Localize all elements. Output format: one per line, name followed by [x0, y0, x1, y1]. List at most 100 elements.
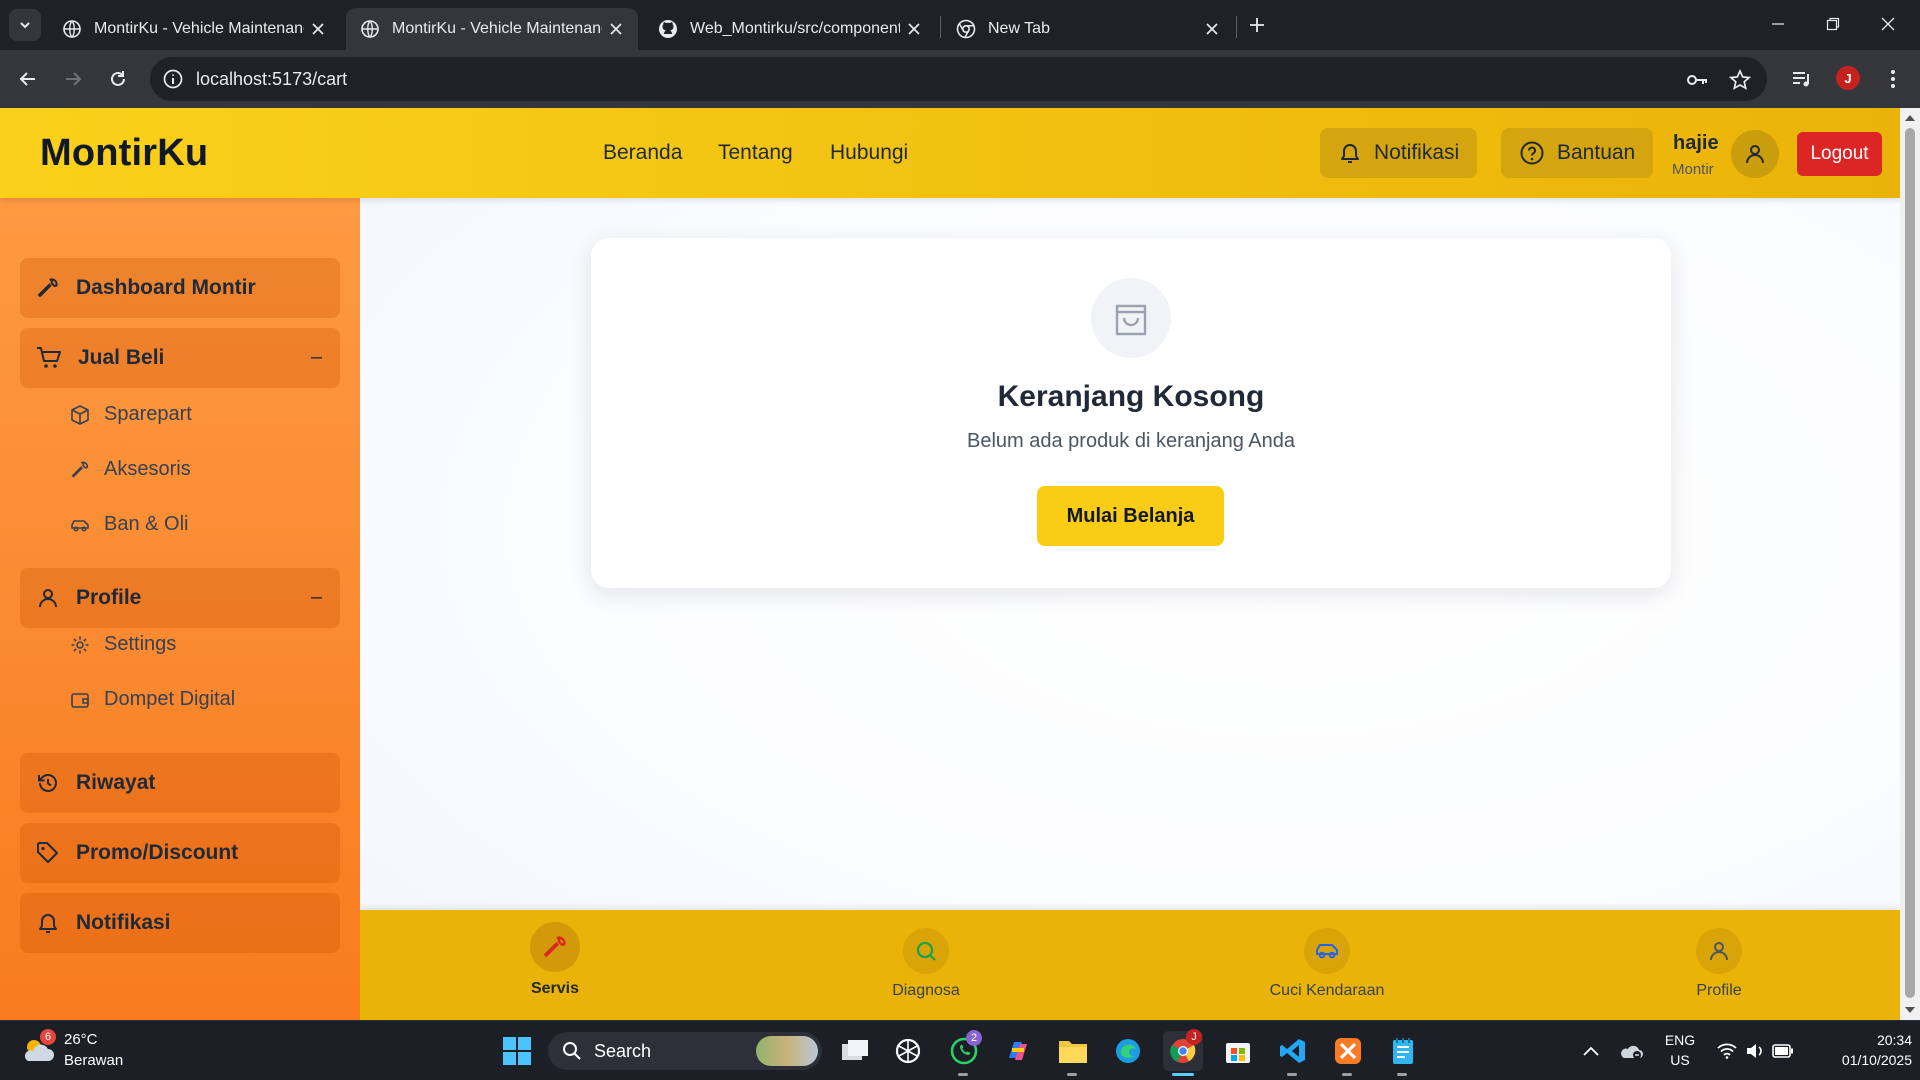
minimize-button[interactable] — [1758, 10, 1798, 38]
nav-hubungi[interactable]: Hubungi — [830, 141, 908, 165]
notification-button[interactable]: Notifikasi — [1320, 128, 1478, 178]
sidebar-subitem-settings[interactable]: Settings — [70, 633, 176, 656]
close-icon — [1881, 17, 1895, 31]
sidebar-item-dashboard[interactable]: Dashboard Montir — [20, 258, 340, 318]
collapse-toggle[interactable]: – — [311, 346, 322, 369]
more-menu-icon[interactable] — [1880, 66, 1906, 92]
app-running-indicator — [1397, 1073, 1407, 1076]
sidebar-subitem-dompet[interactable]: Dompet Digital — [70, 688, 235, 711]
sidebar-item-label: Jual Beli — [78, 346, 165, 369]
bottom-nav-label: Profile — [1696, 982, 1742, 999]
bottom-nav-servis[interactable]: Servis — [455, 910, 655, 1020]
tray-overflow-icon[interactable] — [1573, 1031, 1609, 1071]
browser-tab-3[interactable]: Web_Montirku/src/components — [644, 8, 936, 50]
weather-temp[interactable]: 26°C — [64, 1031, 98, 1048]
url-text[interactable]: localhost:5173/cart — [196, 69, 347, 90]
empty-cart-subtitle: Belum ada produk di keranjang Anda — [966, 430, 1295, 452]
browser-tab-4[interactable]: New Tab — [942, 8, 1234, 50]
start-button[interactable] — [497, 1031, 537, 1071]
sidebar-subitem-aksesoris[interactable]: Aksesoris — [70, 458, 191, 481]
nav-beranda[interactable]: Beranda — [603, 141, 682, 165]
chrome-icon — [956, 19, 976, 39]
back-button[interactable] — [12, 63, 44, 95]
bottom-nav-cuci[interactable]: Cuci Kendaraan — [1227, 910, 1427, 1020]
search-icon — [916, 941, 936, 961]
sidebar-item-label: Promo/Discount — [76, 841, 239, 864]
close-tab-icon[interactable] — [308, 19, 328, 39]
taskbar-search[interactable]: Search — [548, 1032, 822, 1070]
bottom-nav: Servis Diagnosa Cuci Kendaraan Profile — [360, 910, 1900, 1020]
sidebar-subitem-sparepart[interactable]: Sparepart — [70, 403, 192, 426]
copilot-icon[interactable] — [998, 1031, 1038, 1071]
store-icon[interactable] — [1218, 1031, 1258, 1071]
onedrive-icon[interactable] — [1613, 1031, 1649, 1071]
weather-desc[interactable]: Berawan — [64, 1052, 123, 1069]
tab-search-button[interactable] — [9, 9, 41, 41]
scrollbar-thumb[interactable] — [1905, 128, 1915, 998]
sidebar-subitem-ban-oli[interactable]: Ban & Oli — [70, 513, 188, 536]
address-bar[interactable]: localhost:5173/cart — [150, 57, 1767, 101]
close-tab-icon[interactable] — [904, 19, 924, 39]
sidebar-item-promo[interactable]: Promo/Discount — [20, 823, 340, 883]
user-icon — [39, 589, 57, 608]
page-scrollbar[interactable] — [1900, 108, 1920, 1020]
shopping-bag-icon — [1115, 304, 1147, 336]
browser-toolbar: localhost:5173/cart J — [0, 50, 1920, 108]
media-control-icon[interactable] — [1789, 66, 1815, 92]
bottom-nav-profile[interactable]: Profile — [1619, 910, 1819, 1020]
wifi-icon[interactable] — [1713, 1031, 1741, 1071]
logout-button[interactable]: Logout — [1797, 132, 1882, 176]
brand-logo[interactable]: MontirKu — [40, 132, 208, 175]
star-icon[interactable] — [1728, 68, 1752, 92]
browser-tab-1[interactable]: MontirKu - Vehicle Maintenance — [48, 8, 340, 50]
chatgpt-icon[interactable] — [888, 1031, 928, 1071]
close-tab-icon[interactable] — [1202, 19, 1222, 39]
scroll-down-arrow[interactable] — [1904, 1004, 1916, 1016]
browser-tab-title: New Tab — [988, 20, 1050, 37]
lang-top[interactable]: ENG — [1660, 1032, 1700, 1048]
edge-icon[interactable] — [1108, 1031, 1148, 1071]
app-running-indicator — [1287, 1073, 1297, 1076]
sidebar-subitem-label: Settings — [104, 633, 177, 655]
browser-tabstrip: MontirKu - Vehicle Maintenance MontirKu … — [0, 0, 1920, 50]
user-avatar[interactable] — [1731, 130, 1779, 178]
bottom-nav-diagnosa[interactable]: Diagnosa — [826, 910, 1026, 1020]
file-explorer-icon[interactable] — [1053, 1031, 1093, 1071]
nav-tentang[interactable]: Tentang — [718, 141, 793, 165]
forward-button[interactable] — [57, 63, 89, 95]
volume-icon[interactable] — [1741, 1031, 1769, 1071]
scroll-up-arrow[interactable] — [1904, 112, 1916, 124]
globe-icon — [361, 20, 379, 38]
sidebar-item-notifikasi[interactable]: Notifikasi — [20, 893, 340, 953]
vscode-icon[interactable] — [1273, 1031, 1313, 1071]
sidebar-item-riwayat[interactable]: Riwayat — [20, 753, 340, 813]
lang-bottom[interactable]: US — [1660, 1052, 1700, 1068]
user-role: Montir — [1672, 161, 1714, 178]
restore-icon — [1826, 17, 1840, 31]
close-window-button[interactable] — [1868, 10, 1908, 38]
notepad-icon[interactable] — [1383, 1031, 1423, 1071]
search-highlight-image — [756, 1036, 818, 1066]
clock-time[interactable]: 20:34 — [1812, 1032, 1912, 1048]
help-button[interactable]: Bantuan — [1501, 128, 1654, 178]
xampp-icon[interactable] — [1328, 1031, 1368, 1071]
reload-button[interactable] — [102, 63, 134, 95]
clock-date[interactable]: 01/10/2025 — [1812, 1052, 1912, 1068]
info-icon[interactable] — [162, 68, 184, 90]
start-shopping-button[interactable]: Mulai Belanja — [1037, 486, 1224, 546]
browser-tab-2[interactable]: MontirKu - Vehicle Maintenance — [346, 8, 638, 50]
wallet-icon — [71, 692, 89, 708]
password-key-icon[interactable] — [1685, 68, 1709, 92]
collapse-toggle[interactable]: – — [311, 586, 322, 609]
sidebar-item-profile[interactable]: Profile – — [20, 568, 340, 628]
restore-button[interactable] — [1813, 10, 1853, 38]
close-tab-icon[interactable] — [606, 19, 626, 39]
battery-icon[interactable] — [1769, 1031, 1797, 1071]
task-view-icon[interactable] — [835, 1031, 875, 1071]
new-tab-button[interactable] — [1244, 12, 1270, 38]
chevron-down-icon — [20, 22, 30, 29]
app-active-indicator — [1172, 1073, 1194, 1076]
profile-avatar[interactable]: J — [1836, 66, 1860, 90]
sidebar-item-jual-beli[interactable]: Jual Beli – — [20, 328, 340, 388]
reload-icon — [111, 71, 125, 86]
